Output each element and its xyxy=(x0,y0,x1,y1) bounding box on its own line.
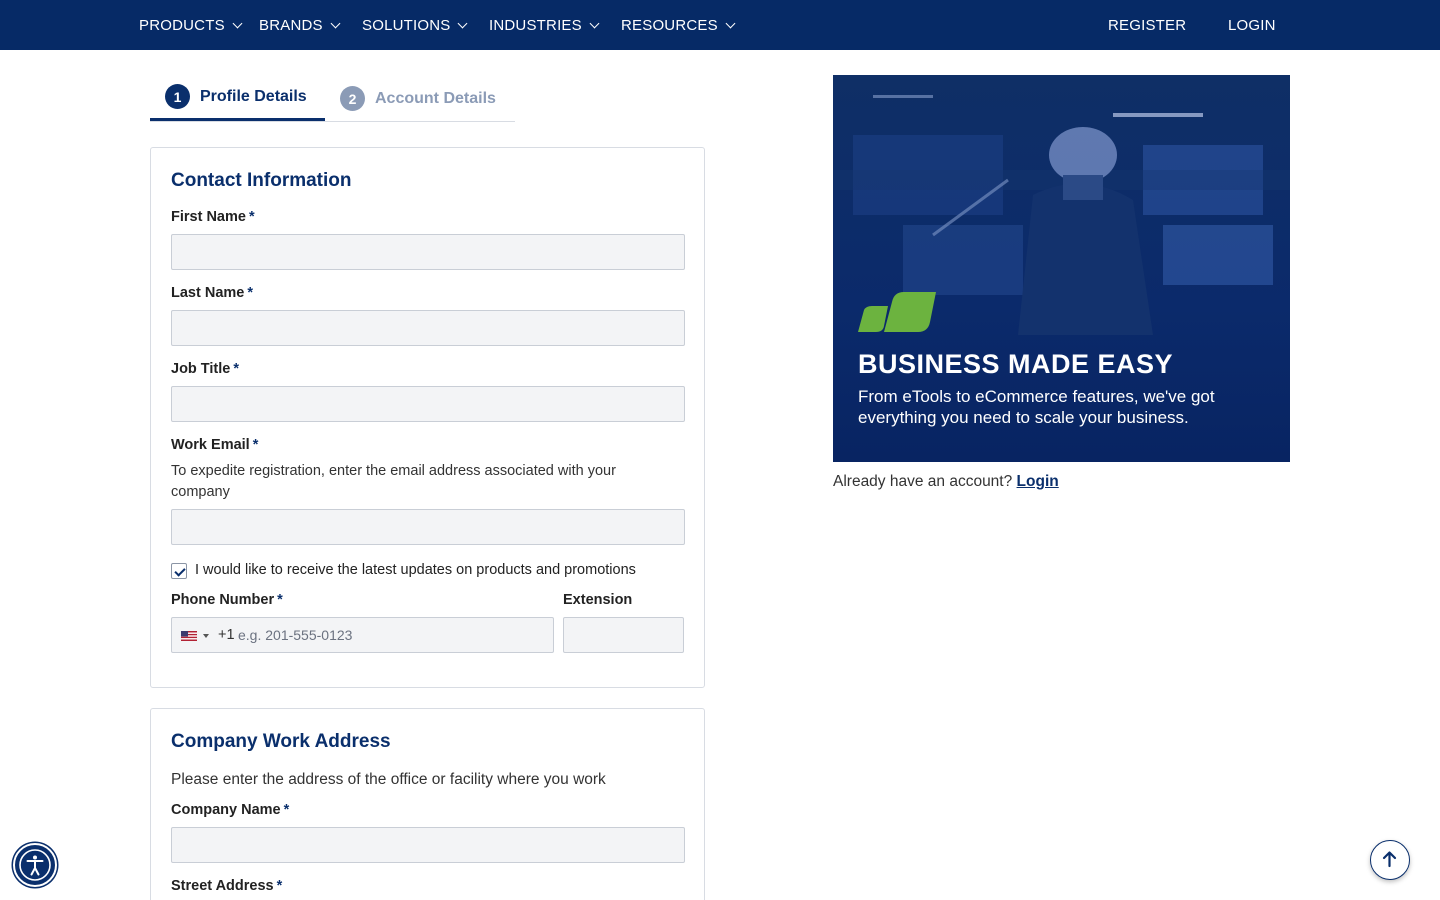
us-flag-icon[interactable] xyxy=(181,631,197,641)
login-link[interactable]: LOGIN xyxy=(1228,0,1276,50)
promo-title: BUSINESS MADE EASY xyxy=(858,349,1174,379)
accessibility-icon xyxy=(19,849,51,881)
country-dropdown-caret-icon[interactable] xyxy=(203,634,209,638)
chevron-down-icon xyxy=(458,18,468,28)
work-email-input[interactable] xyxy=(171,509,685,545)
already-prompt: Already have an account? xyxy=(833,473,1013,490)
contact-information-card: Contact Information First Name * Last Nam… xyxy=(150,147,705,688)
extension-input[interactable] xyxy=(563,617,684,653)
updates-checkbox[interactable] xyxy=(171,563,187,579)
step-profile-details[interactable]: 1 Profile Details xyxy=(150,75,325,121)
extension-label: Extension xyxy=(563,592,633,608)
nav-resources[interactable]: RESOURCES xyxy=(621,0,736,50)
chevron-down-icon xyxy=(330,18,341,28)
phone-country-code: +1 xyxy=(218,627,235,643)
first-name-label: First Name * xyxy=(171,209,255,225)
job-title-input[interactable] xyxy=(171,386,685,422)
promo-banner: BUSINESS MADE EASY From eTools to eComme… xyxy=(833,75,1290,462)
phone-number-input[interactable] xyxy=(238,619,538,651)
first-name-input[interactable] xyxy=(171,234,685,270)
arrow-up-icon xyxy=(1382,851,1397,868)
nav-industries-label: INDUSTRIES xyxy=(489,16,582,34)
back-to-top-button[interactable] xyxy=(1370,840,1410,880)
company-name-input[interactable] xyxy=(171,827,685,863)
register-link[interactable]: REGISTER xyxy=(1108,0,1186,50)
already-have-account: Already have an account? Login xyxy=(833,473,1059,491)
chevron-down-icon xyxy=(725,18,736,28)
step-account-details[interactable]: 2 Account Details xyxy=(340,75,496,122)
registration-steps: 1 Profile Details 2 Account Details xyxy=(150,75,515,122)
top-nav: PRODUCTS BRANDS SOLUTIONS INDUSTRIES RES… xyxy=(0,0,1440,50)
work-email-help: To expedite registration, enter the emai… xyxy=(171,463,616,500)
step-number: 2 xyxy=(340,86,365,111)
promo-text: From eTools to eCommerce features, we've… xyxy=(858,387,1215,427)
phone-number-label: Phone Number * xyxy=(171,592,283,608)
job-title-label: Job Title * xyxy=(171,361,240,377)
step-label: Profile Details xyxy=(200,87,307,105)
updates-checkbox-label: I would like to receive the latest updat… xyxy=(195,562,636,578)
step-number: 1 xyxy=(165,84,190,109)
nav-industries[interactable]: INDUSTRIES xyxy=(489,0,600,50)
step-label: Account Details xyxy=(375,89,496,107)
accessibility-button[interactable] xyxy=(13,843,57,887)
nav-products-label: PRODUCTS xyxy=(139,16,225,34)
nav-solutions-label: SOLUTIONS xyxy=(362,16,451,34)
section-title: Contact Information xyxy=(171,170,352,191)
nav-resources-label: RESOURCES xyxy=(621,16,718,34)
leaf-logo-icon xyxy=(858,292,936,332)
nav-products[interactable]: PRODUCTS xyxy=(139,0,243,50)
work-email-label: Work Email * xyxy=(171,437,259,453)
nav-brands-label: BRANDS xyxy=(259,16,323,34)
nav-brands[interactable]: BRANDS xyxy=(259,0,341,50)
chevron-down-icon xyxy=(232,18,243,28)
company-name-label: Company Name * xyxy=(171,802,290,818)
chevron-down-icon xyxy=(589,18,600,28)
login-link-inline[interactable]: Login xyxy=(1017,473,1059,490)
address-help: Please enter the address of the office o… xyxy=(171,771,606,788)
last-name-label: Last Name * xyxy=(171,285,253,301)
nav-solutions[interactable]: SOLUTIONS xyxy=(362,0,468,50)
section-title: Company Work Address xyxy=(171,731,391,752)
company-address-card: Company Work Address Please enter the ad… xyxy=(150,708,705,900)
phone-number-field: +1 xyxy=(171,617,554,653)
last-name-input[interactable] xyxy=(171,310,685,346)
street-address-label: Street Address * xyxy=(171,878,283,894)
